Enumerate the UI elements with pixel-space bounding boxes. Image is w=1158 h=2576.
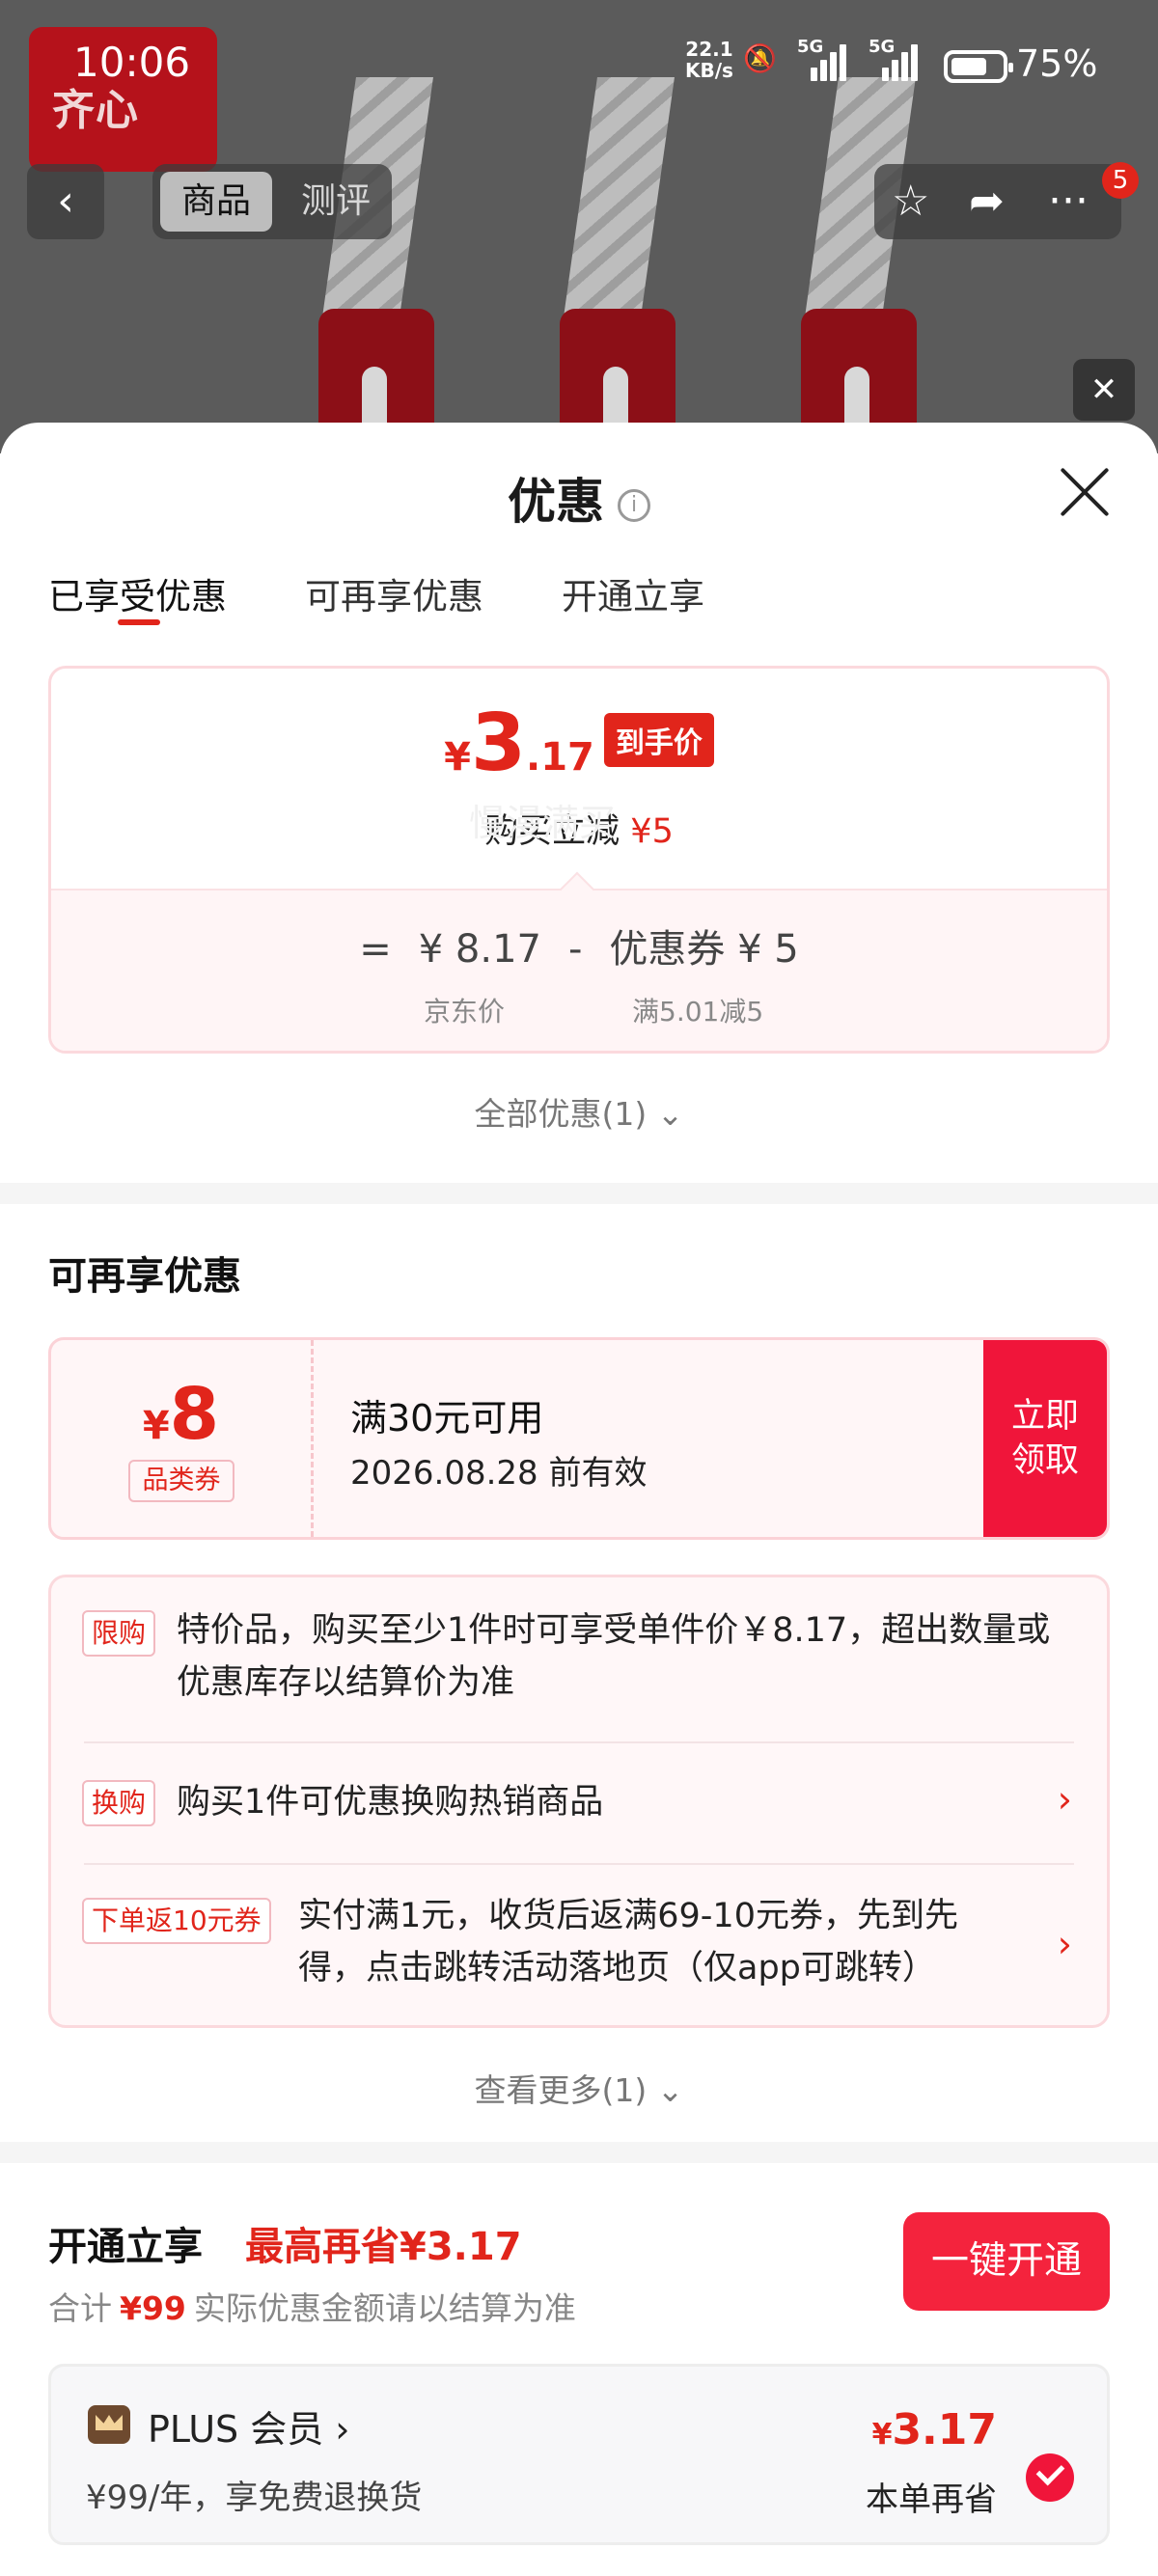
back-button[interactable]: ‹ [27,164,104,239]
info-icon[interactable]: i [618,488,650,522]
all-discount-toggle[interactable]: 全部优惠(1) ⌄ [0,1088,1158,1135]
close-button[interactable] [1058,465,1112,519]
mute-bell-icon: 🔕 [743,42,777,74]
see-more-toggle[interactable]: 查看更多(1) ⌄ [0,2065,1158,2111]
promotion-list: 限购 特价品，购买至少1件时可享受单件价￥8.17，超出数量或 优惠库存以结算价… [48,1575,1110,2028]
chevron-right-icon: › [1057,1778,1072,1821]
coupon-amount: 优惠券 ¥ 5 [609,927,799,972]
signal-icon: 5G [868,37,918,81]
promo-tag: 换购 [82,1780,156,1826]
jd-price-label: 京东价 [424,996,506,1028]
star-icon[interactable]: ☆ [892,170,929,233]
final-price-card: ¥3.17 到手价 购买立减 ¥5 = ¥ 8.17- 优惠券 ¥ 5 京东价 满5.… [48,666,1110,1054]
chevron-right-icon: › [1057,1923,1072,1965]
final-price-tag: 到手价 [603,713,714,767]
close-icon[interactable]: ✕ [1073,359,1135,421]
network-speed: 22.1 KB/s [685,38,733,82]
crown-icon [88,2405,130,2444]
section-divider [0,1183,1158,1204]
plus-member-desc: ¥99/年，享免费退换货 [86,2479,423,2517]
promo-tag: 下单返10元券 [82,1898,271,1944]
category-coupon: ¥8 品类券 满30元可用 2026.08.28 前有效 立即 领取 [48,1337,1110,1540]
open-plus-button[interactable]: 一键开通 [903,2212,1110,2311]
plus-member-name[interactable]: PLUS 会员 › [148,2399,349,2453]
tab-more[interactable]: 可再享优惠 [305,567,483,619]
cart-badge: 5 [1102,162,1139,199]
status-time: 10:06 [73,39,191,86]
watermark: 慢漫满买 [469,802,617,844]
promo-text: 特价品，购买至少1件时可享受单件价￥8.17，超出数量或 优惠库存以结算价为准 [177,1611,1051,1702]
sheet-title: 优惠 i [0,463,1158,533]
plus-member-card[interactable]: PLUS 会员 › ¥99/年，享免费退换货 ¥3.17 本单再省 [48,2364,1110,2545]
coupon-value: ¥8 [142,1373,220,1456]
tab-review[interactable]: 测评 [288,172,384,232]
signal-icon: 5G [797,37,846,81]
promo-text: 购买1件可优惠换购热销商品 [177,1783,604,1822]
final-price: ¥3.17 到手价 [51,698,1107,789]
share-icon[interactable]: ➦ [969,170,1005,233]
coupon-condition: 满30元可用 [350,1397,544,1439]
jd-price: ¥ 8.17 [418,927,541,972]
plus-save-amount: ¥3.17 [871,2405,997,2454]
coupon-type-tag: 品类券 [128,1460,234,1502]
status-bar: 10:06 22.1 KB/s 🔕 5G 5G 75% [0,0,1158,135]
price-formula: = ¥ 8.17- 优惠券 ¥ 5 京东价 满5.01减5 [51,871,1107,1051]
battery-percent: 75% [1016,42,1098,85]
product-actions: ☆ ➦ ··· [874,164,1121,239]
checkmark-icon[interactable] [1026,2453,1074,2502]
plus-max-save: 最高再省¥3.17 [245,2225,522,2269]
tab-indicator [118,619,160,625]
promo-text: 实付满1元，收货后返满69-10元券，先到先 得，点击跳转活动落地页（仅app可… [298,1897,958,1987]
battery-icon [944,50,1013,83]
tab-product[interactable]: 商品 [160,172,272,232]
claim-coupon-button[interactable]: 立即 领取 [983,1340,1107,1537]
section-divider [0,2142,1158,2163]
plus-save-note: 本单再省 [866,2480,997,2519]
more-icon[interactable]: ··· [1048,170,1089,233]
more-section-title: 可再享优惠 [48,1254,241,1299]
plus-total: 合计 ¥99 实际优惠金额请以结算为准 [48,2289,576,2327]
tab-enjoyed[interactable]: 已享受优惠 [48,567,227,619]
coupon-expiry: 2026.08.28 前有效 [350,1454,648,1493]
product-nav-tabs: 商品 测评 [152,164,392,239]
tab-open[interactable]: 开通立享 [562,567,704,619]
chevron-left-icon: ‹ [57,177,74,226]
promo-tag: 限购 [82,1610,156,1657]
coupon-rule: 满5.01减5 [632,996,764,1028]
plus-section-title: 开通立享 [48,2225,203,2269]
